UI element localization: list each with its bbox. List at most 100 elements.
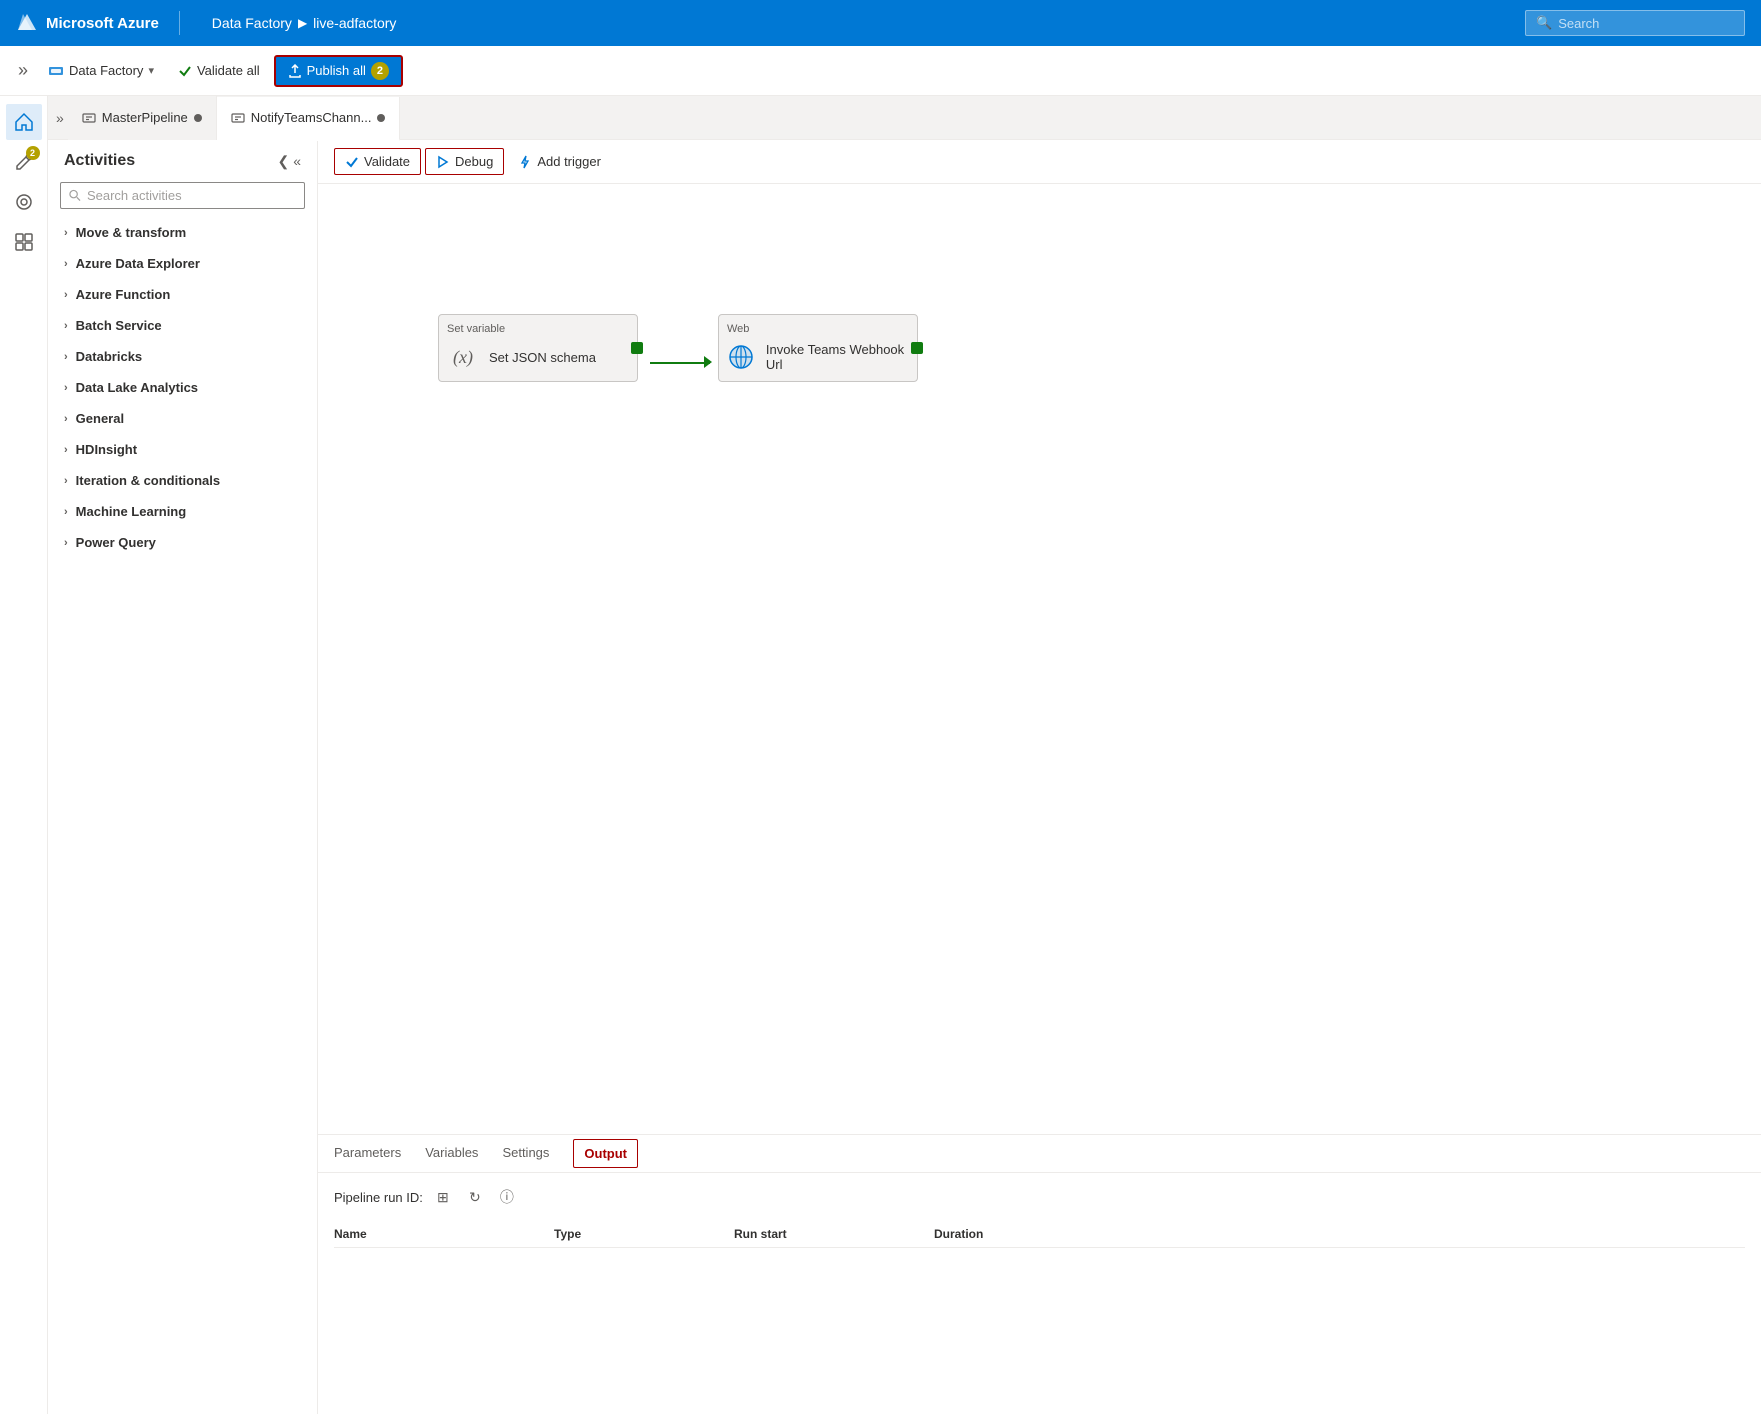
data-factory-label: Data Factory [69,63,143,78]
sidebar-item-monitor[interactable] [6,184,42,220]
brand-divider [179,11,180,35]
tab-output[interactable]: Output [573,1139,638,1168]
col-header-run-start: Run start [734,1227,934,1241]
tab-variables[interactable]: Variables [425,1135,478,1172]
activity-group-hdinsight[interactable]: › HDInsight [48,434,317,465]
pipeline-run-label: Pipeline run ID: [334,1190,423,1205]
pipeline-canvas[interactable]: Set variable (x) Set JSON schema Web [318,184,1761,1134]
col-header-duration: Duration [934,1227,1745,1241]
debug-label: Debug [455,154,493,169]
tab-master-label: MasterPipeline [102,110,188,125]
activity-node-web[interactable]: Web Invoke Tea [718,314,918,382]
activities-controls: ❮ « [277,153,301,170]
activity-group-data-lake[interactable]: › Data Lake Analytics [48,372,317,403]
activity-group-move[interactable]: › Move & transform [48,217,317,248]
activity-group-azure-function[interactable]: › Azure Function [48,279,317,310]
pipeline-content: Activities ❮ « › [48,140,1761,1414]
validate-icon [178,64,192,78]
data-factory-icon [48,63,64,79]
gen-chevron-icon: › [64,413,68,425]
activity-group-batch-service[interactable]: › Batch Service [48,310,317,341]
left-sidebar: 2 [0,96,48,1414]
bottom-panel: Parameters Variables Settings Output Pip… [318,1134,1761,1414]
node2-label: Invoke Teams Webhook Url [766,342,909,372]
dl-chevron-icon: › [64,382,68,394]
ade-chevron-icon: › [64,258,68,270]
tab-notify-label: NotifyTeamsChann... [251,110,372,125]
sidebar-collapse-btn[interactable]: » [12,60,34,81]
tab-master-dot [194,114,202,122]
node2-body: Invoke Teams Webhook Url [727,341,909,373]
pq-chevron-icon: › [64,537,68,549]
activities-panel: Activities ❮ « › [48,140,318,1414]
validate-button[interactable]: Validate [334,148,421,175]
main-toolbar: » Data Factory ▾ Validate all Publish al… [0,46,1761,96]
activity-group-general[interactable]: › General [48,403,317,434]
sidebar-item-home[interactable] [6,104,42,140]
tab-master-pipeline[interactable]: MasterPipeline [68,96,217,140]
add-trigger-button[interactable]: Add trigger [508,149,611,174]
activity-groups: › Move & transform › Azure Data Explorer… [48,217,317,558]
tab-notify-pipeline[interactable]: NotifyTeamsChann... [217,97,401,141]
iter-chevron-icon: › [64,475,68,487]
publish-icon [288,64,302,78]
bottom-content: Pipeline run ID: ⊞ ↻ ⓘ Name Type Run sta… [318,1173,1761,1414]
hdi-chevron-icon: › [64,444,68,456]
table-header-row: Name Type Run start Duration [334,1221,1745,1248]
monitor-icon [14,192,34,212]
pipeline-run-row: Pipeline run ID: ⊞ ↻ ⓘ [334,1185,1745,1209]
publish-all-button[interactable]: Publish all 2 [274,55,403,87]
collapse-icon[interactable]: ❮ [277,153,289,170]
copy-run-id-icon[interactable]: ⊞ [431,1185,455,1209]
tab-notify-dot [377,114,385,122]
data-factory-button[interactable]: Data Factory ▾ [38,58,164,84]
sidebar-item-manage[interactable] [6,224,42,260]
activity-node-set-variable[interactable]: Set variable (x) Set JSON schema [438,314,638,382]
activities-header: Activities ❮ « [48,140,317,178]
tab-settings[interactable]: Settings [502,1135,549,1172]
search-input[interactable] [1558,16,1734,31]
refresh-icon[interactable]: ↻ [463,1185,487,1209]
node1-body: (x) Set JSON schema [447,341,629,373]
global-search[interactable]: 🔍 [1525,10,1745,36]
web-globe-icon [727,341,756,373]
sidebar-item-edit[interactable]: 2 [6,144,42,180]
db-chevron-icon: › [64,351,68,363]
af-chevron-icon: › [64,289,68,301]
activity-group-iteration[interactable]: › Iteration & conditionals [48,465,317,496]
node2-connector [911,342,923,354]
validate-all-label: Validate all [197,63,260,78]
search-activities-input[interactable] [87,188,296,203]
arrow-line [650,362,710,364]
pipeline-icon-1 [82,111,96,125]
info-icon[interactable]: ⓘ [495,1185,519,1209]
breadcrumb-item-1[interactable]: Data Factory [212,15,292,31]
activity-group-power-query[interactable]: › Power Query [48,527,317,558]
search-activities-box[interactable] [60,182,305,209]
collapse-all-icon[interactable]: « [293,153,301,170]
tabs-expand-btn[interactable]: » [56,110,64,126]
canvas-toolbar: Validate Debug Add trigger [318,140,1761,184]
activity-group-azure-data-explorer[interactable]: › Azure Data Explorer [48,248,317,279]
validate-all-button[interactable]: Validate all [168,58,270,83]
manage-icon [14,232,34,252]
edit-badge: 2 [26,146,40,160]
move-chevron-icon: › [64,227,68,239]
data-factory-chevron-icon: ▾ [148,64,154,77]
main-layout: 2 » [0,96,1761,1414]
node1-header: Set variable [447,323,629,335]
publish-all-label: Publish all [307,63,366,78]
activity-group-machine-learning[interactable]: › Machine Learning [48,496,317,527]
bottom-tabs: Parameters Variables Settings Output [318,1135,1761,1173]
breadcrumb-arrow: ▶ [298,16,307,30]
right-pane: Validate Debug Add trigger [318,140,1761,1414]
brand: Microsoft Azure [16,11,192,35]
debug-button[interactable]: Debug [425,148,504,175]
tab-parameters[interactable]: Parameters [334,1135,401,1172]
breadcrumb-item-2[interactable]: live-adfactory [313,15,396,31]
azure-logo-icon [16,12,38,34]
activity-group-databricks[interactable]: › Databricks [48,341,317,372]
validate-label: Validate [364,154,410,169]
top-bar: Microsoft Azure Data Factory ▶ live-adfa… [0,0,1761,46]
node1-label: Set JSON schema [489,350,596,365]
